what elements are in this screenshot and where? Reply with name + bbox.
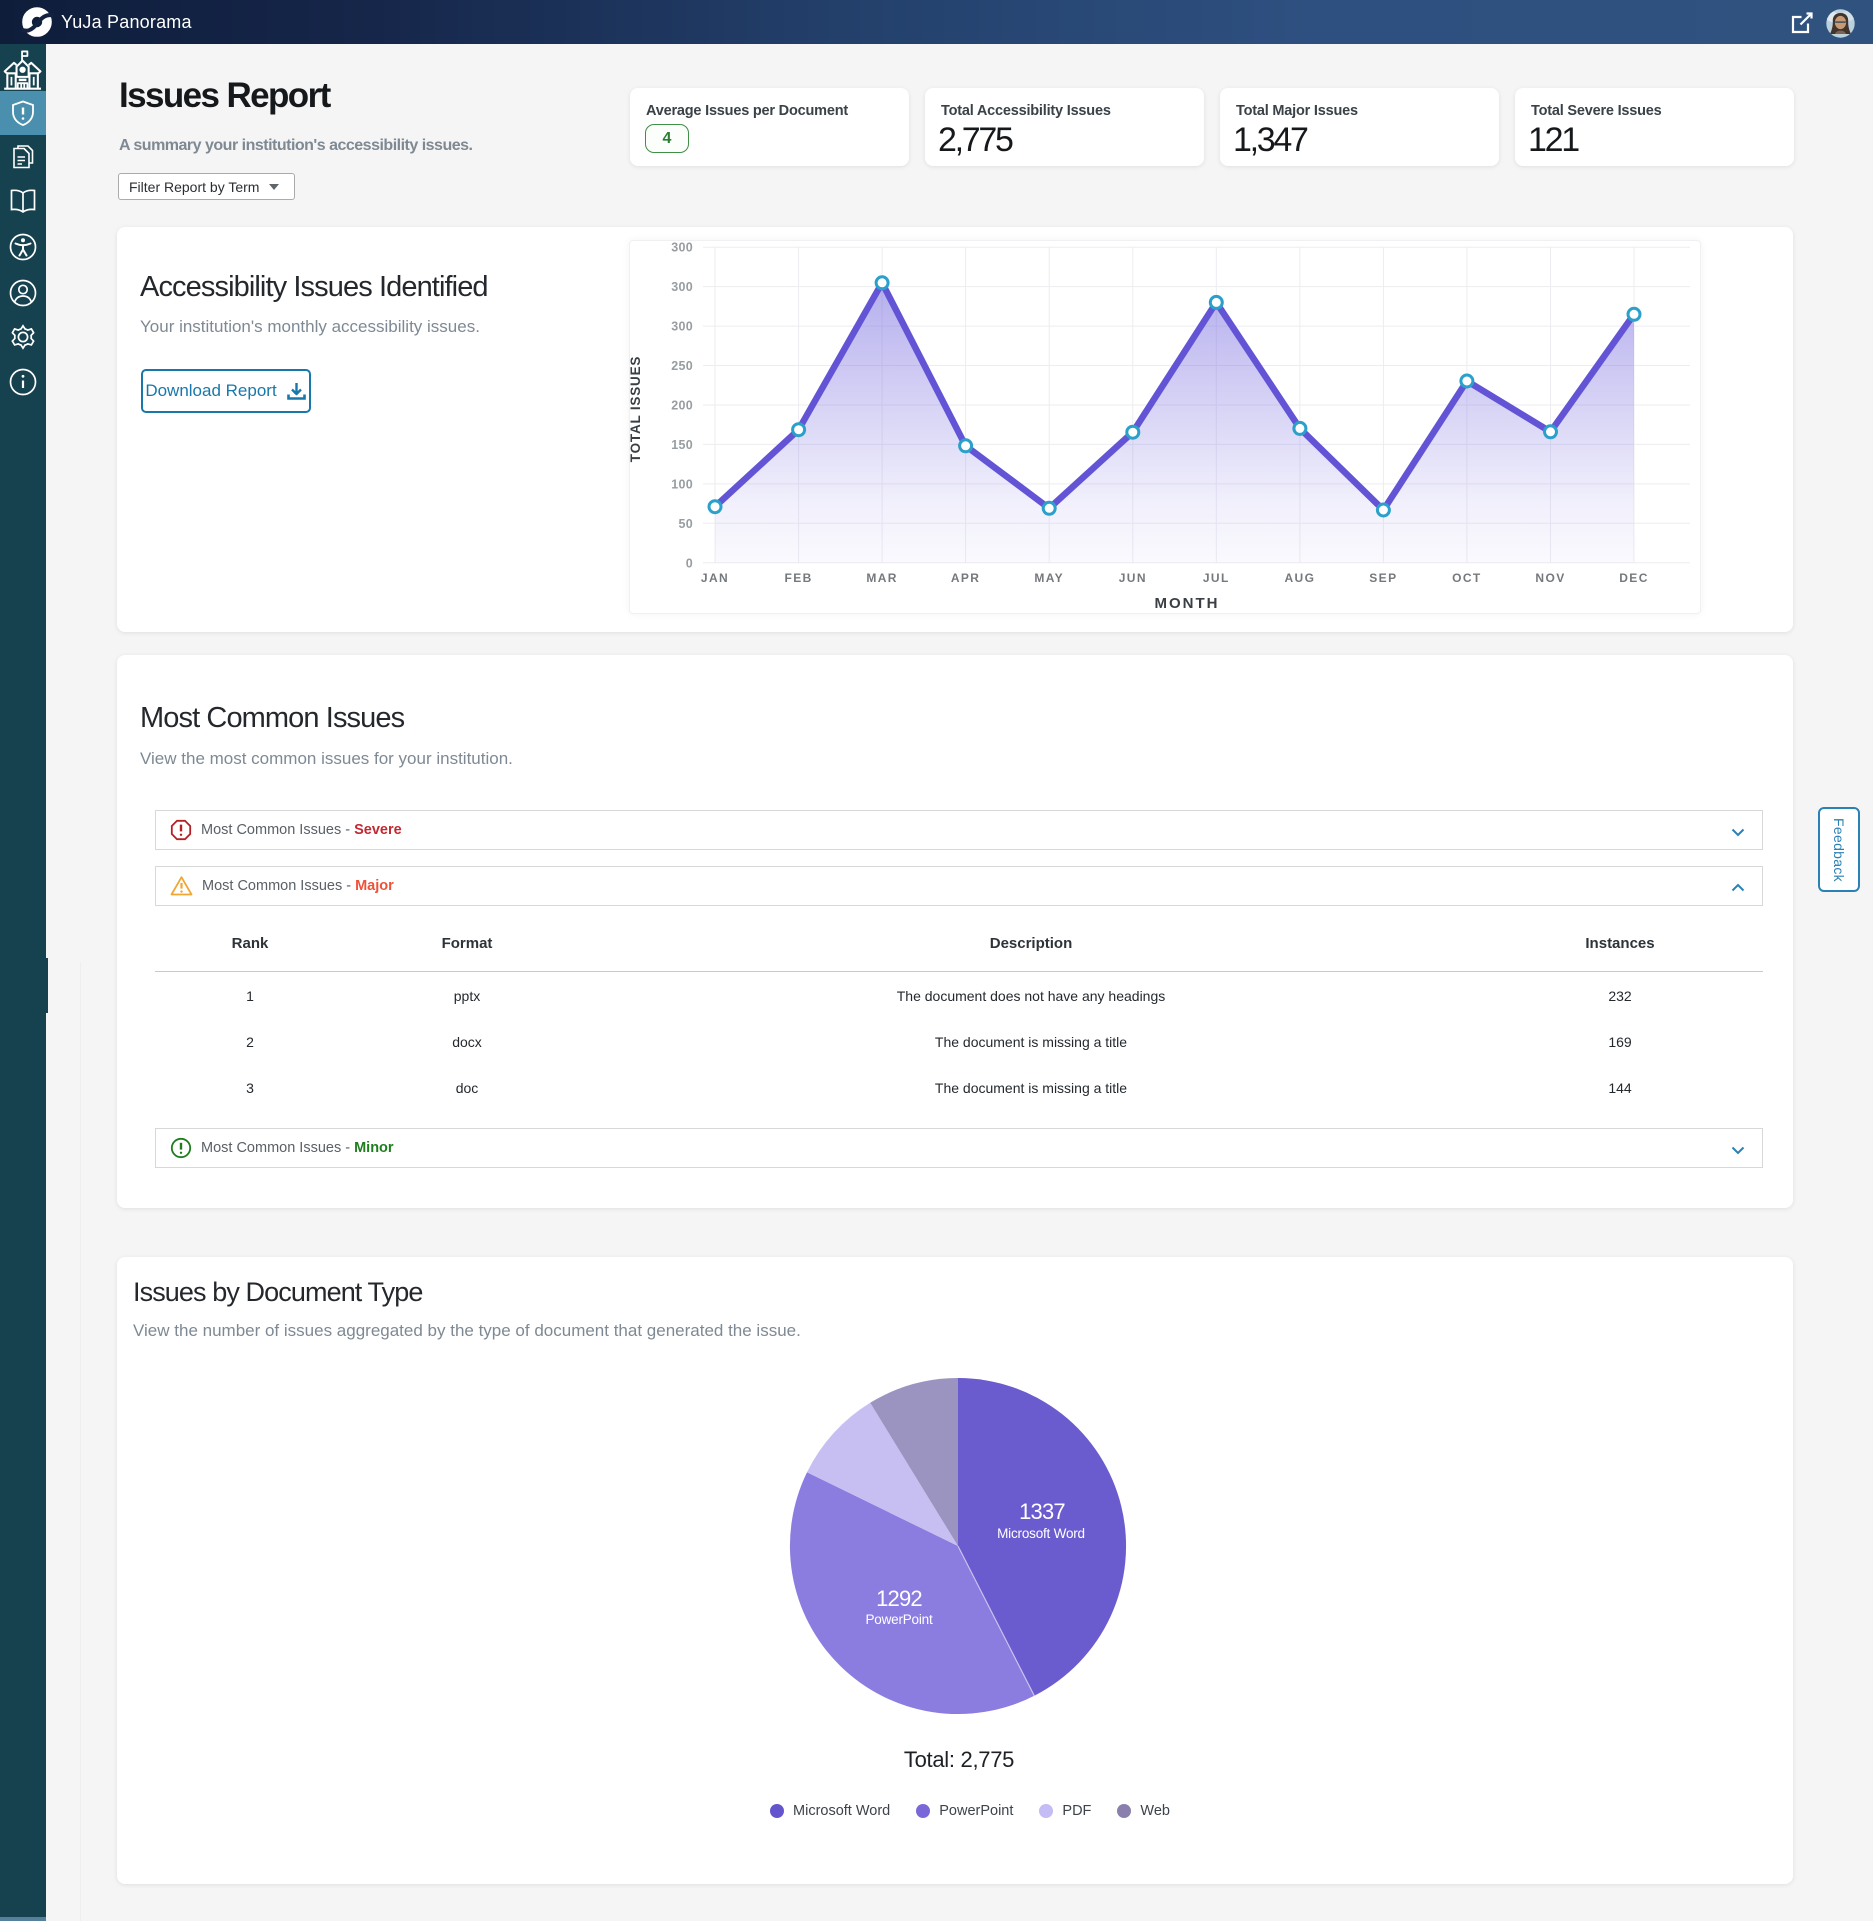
svg-text:JAN: JAN [701,571,729,585]
svg-text:NOV: NOV [1535,571,1565,585]
svg-text:JUL: JUL [1203,571,1230,585]
svg-text:250: 250 [671,359,693,373]
svg-text:300: 300 [671,320,693,334]
svg-text:50: 50 [678,517,693,531]
svg-text:300: 300 [671,280,693,294]
svg-text:AUG: AUG [1284,571,1315,585]
svg-text:APR: APR [951,571,981,585]
svg-text:150: 150 [671,438,693,452]
svg-text:MONTH: MONTH [1155,595,1220,612]
svg-text:300: 300 [671,241,693,255]
svg-text:OCT: OCT [1452,571,1482,585]
svg-text:SEP: SEP [1369,571,1397,585]
svg-text:DEC: DEC [1619,571,1649,585]
svg-text:FEB: FEB [784,571,812,585]
svg-text:PowerPoint: PowerPoint [865,1612,932,1627]
svg-text:TOTAL ISSUES: TOTAL ISSUES [629,356,643,462]
svg-text:200: 200 [671,399,693,413]
svg-text:100: 100 [671,477,693,491]
svg-text:1292: 1292 [876,1586,922,1611]
svg-text:MAR: MAR [866,571,898,585]
svg-text:JUN: JUN [1119,571,1147,585]
svg-text:Microsoft Word: Microsoft Word [997,1526,1085,1541]
svg-text:1337: 1337 [1019,1499,1065,1524]
svg-text:0: 0 [686,556,693,570]
svg-text:MAY: MAY [1034,571,1064,585]
